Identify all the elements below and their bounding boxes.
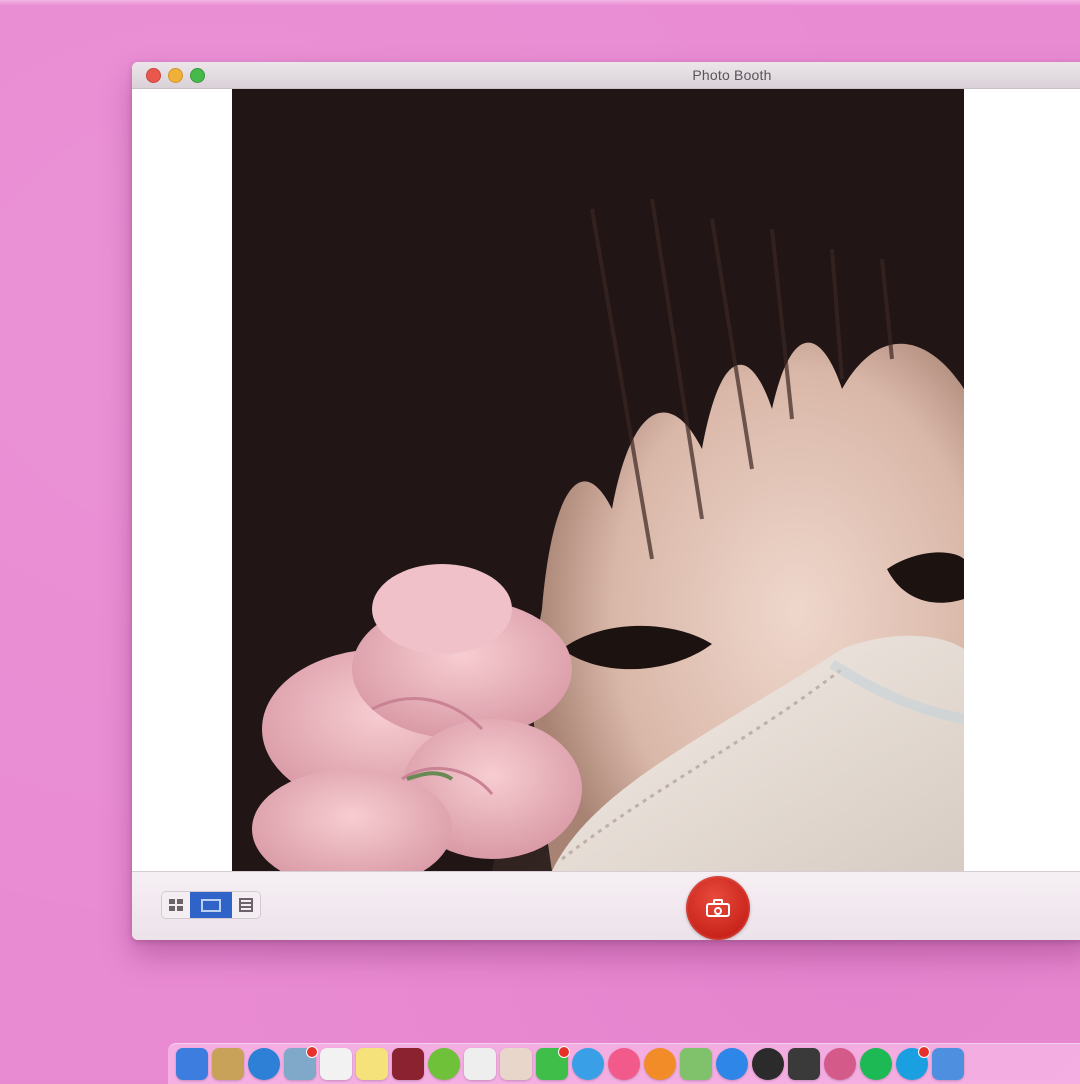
- filmstrip-view-button[interactable]: [232, 892, 260, 918]
- textedit-icon[interactable]: [464, 1048, 496, 1080]
- preview-icon[interactable]: [284, 1046, 318, 1080]
- single-view-icon: [201, 898, 221, 912]
- calendar-icon[interactable]: [320, 1048, 352, 1080]
- facetime-icon[interactable]: [536, 1046, 570, 1080]
- photo-booth-icon[interactable]: [392, 1048, 424, 1080]
- flower-app-icon[interactable]: [824, 1048, 856, 1080]
- itunes-icon[interactable]: [608, 1048, 640, 1080]
- notification-badge: [918, 1046, 930, 1058]
- notification-badge: [306, 1046, 318, 1058]
- grid-view-icon: [169, 899, 183, 911]
- window-title: Photo Booth: [692, 67, 772, 83]
- desktop-top-edge: [0, 0, 1080, 6]
- app-store-icon[interactable]: [716, 1048, 748, 1080]
- take-photo-button[interactable]: [686, 876, 750, 940]
- grid-view-button[interactable]: [162, 892, 190, 918]
- view-mode-toggle: [162, 892, 260, 918]
- camera-preview-image: [232, 89, 964, 871]
- single-view-button[interactable]: [190, 892, 232, 918]
- finder-icon[interactable]: [176, 1048, 208, 1080]
- notes-pad-icon[interactable]: [212, 1048, 244, 1080]
- maps-icon[interactable]: [680, 1048, 712, 1080]
- window-titlebar[interactable]: Photo Booth: [132, 62, 1080, 89]
- notes-icon[interactable]: [356, 1048, 388, 1080]
- utorrent-icon[interactable]: [428, 1048, 460, 1080]
- filmstrip-view-icon: [239, 898, 253, 912]
- notification-badge: [558, 1046, 570, 1058]
- photo-booth-toolbar: [132, 871, 1080, 940]
- photo-booth-window: Photo Booth: [132, 62, 1080, 940]
- safari-icon[interactable]: [248, 1048, 280, 1080]
- mail-icon[interactable]: [932, 1048, 964, 1080]
- books-icon[interactable]: [644, 1048, 676, 1080]
- camera-icon: [706, 899, 730, 917]
- photos-icon[interactable]: [500, 1048, 532, 1080]
- skype-icon[interactable]: [896, 1046, 930, 1080]
- spotify-icon[interactable]: [860, 1048, 892, 1080]
- dock: [168, 1044, 1080, 1084]
- camera-viewport: [132, 89, 1080, 871]
- clock-icon[interactable]: [752, 1048, 784, 1080]
- camera-preview: [232, 89, 964, 871]
- terminal-icon[interactable]: [788, 1048, 820, 1080]
- messages-icon[interactable]: [572, 1048, 604, 1080]
